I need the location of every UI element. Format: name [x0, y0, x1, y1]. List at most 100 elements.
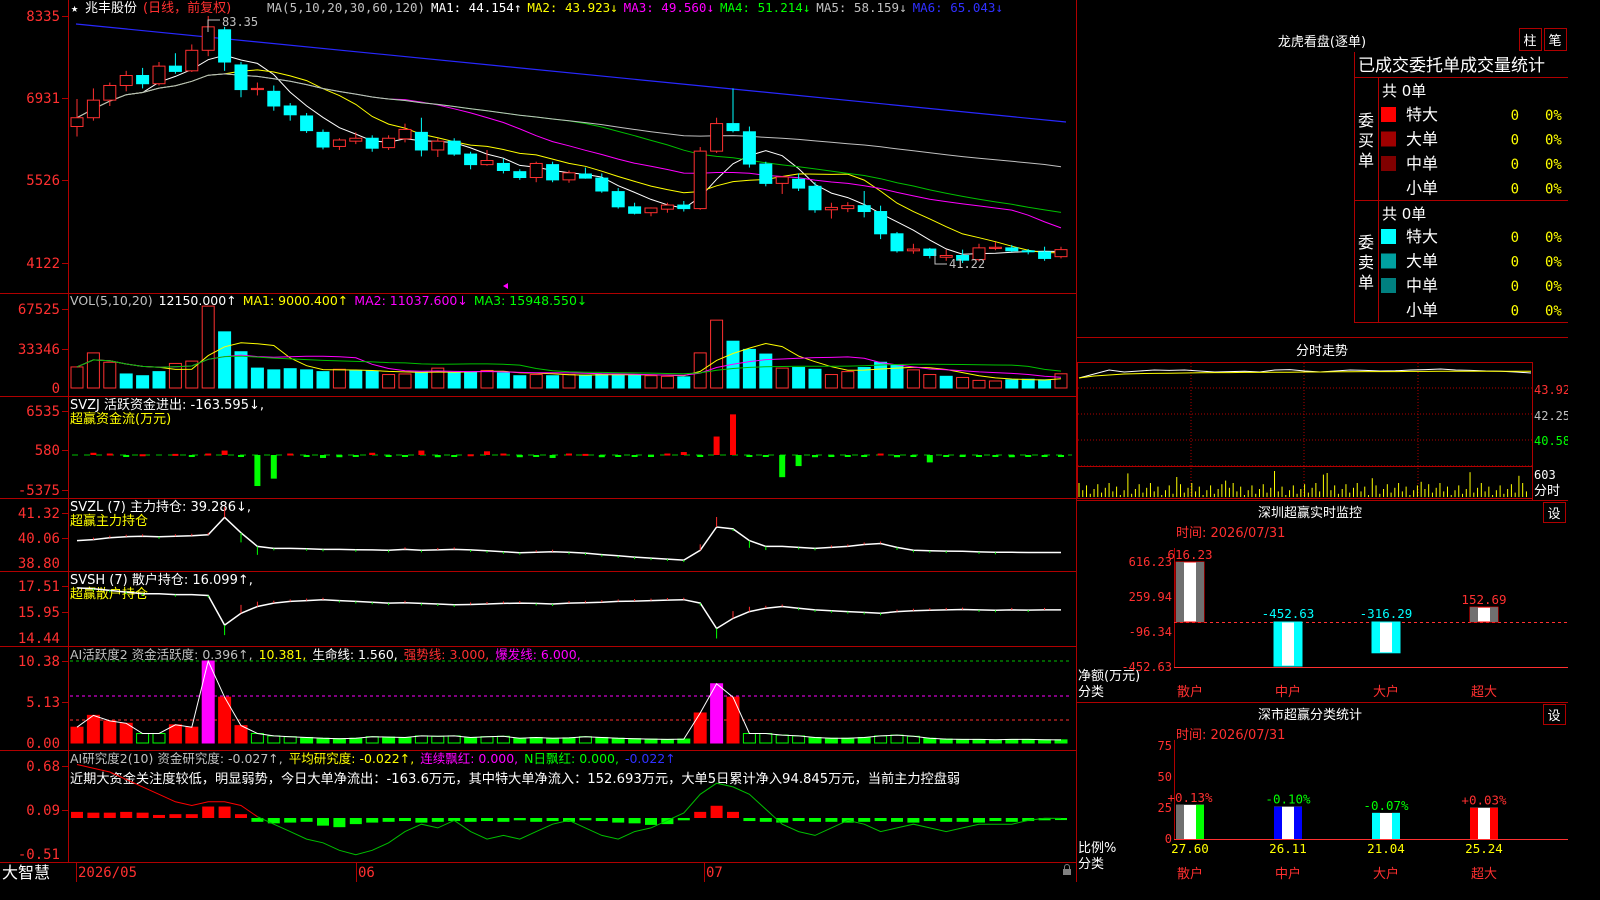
order-percent: 0% — [1545, 255, 1562, 271]
sz-class-bar-shade — [1372, 812, 1380, 839]
chart-mode: (日线，前复权) — [143, 0, 231, 16]
volume-bar — [1021, 378, 1035, 389]
buy-side-label: 委买单 — [1358, 111, 1374, 170]
volume-bar — [792, 367, 806, 389]
ai2-bar — [366, 818, 379, 823]
volume-bar — [496, 372, 510, 389]
order-color-swatch — [1381, 229, 1396, 244]
order-type-label: 中单 — [1406, 276, 1438, 295]
volume-bar — [480, 369, 494, 389]
intraday-chart[interactable] — [1077, 362, 1533, 499]
legend-item: 生命线: 1.560, — [312, 647, 397, 662]
sell-order-rows: 特大 0 0% 大单 0 0% 中单 0 0% 小单 0 0% — [1381, 227, 1562, 320]
intraday-axis-label: 43.92 — [1534, 383, 1568, 397]
ai2-bar — [513, 818, 526, 821]
bar-mode-button[interactable]: 柱 — [1519, 28, 1542, 51]
candle-body — [185, 49, 199, 72]
candle-body — [792, 178, 806, 189]
sz-monitor-settings-button[interactable]: 设 — [1543, 502, 1566, 523]
sz-monitor-category: 中户 — [1275, 684, 1301, 700]
svg-text:设: 设 — [1547, 709, 1560, 724]
brand-logo[interactable]: 大智慧 — [2, 863, 50, 882]
sz-class-bar-shade — [1176, 804, 1184, 839]
volume-bar — [382, 374, 396, 389]
side-char: 卖 — [1358, 253, 1374, 272]
sz-class-bar-shade — [1294, 806, 1302, 839]
svsh-holding-line — [76, 587, 1061, 630]
svzj-bar — [779, 455, 786, 478]
ai2-bar — [103, 812, 116, 818]
svzj-bar — [205, 453, 212, 456]
ai2-bar — [153, 814, 165, 818]
svzj-bar — [139, 454, 146, 457]
sz-class-ylabel: 比例% — [1078, 841, 1116, 856]
sz-class-bar-shade — [1274, 806, 1282, 839]
candle-body — [874, 211, 888, 235]
order-type-label: 大单 — [1406, 252, 1438, 271]
legend-item: AI研究度2(10) 资金研究度: -0.027↑, — [70, 751, 283, 766]
svzj-bar — [894, 455, 900, 458]
candle-body — [546, 164, 560, 181]
order-stat-title: 已成交委托单成交量统计 — [1358, 56, 1545, 76]
ai2-bar — [546, 818, 559, 822]
svzj-bar — [1058, 455, 1064, 457]
favorite-star-icon[interactable]: ★ — [71, 1, 78, 15]
legend-item: N日飘红: 0.000, — [524, 751, 619, 766]
ai1-bar — [316, 737, 330, 744]
ai2-bar — [858, 818, 871, 822]
ma-legend: MA(5,10,20,30,60,120) MA1: 44.154↑ MA2: 43… — [267, 0, 1003, 15]
ai2-bar — [382, 818, 395, 822]
panel-frames — [0, 0, 1568, 882]
svzj-bar — [680, 452, 687, 455]
candle-body — [890, 233, 904, 252]
ai2-bar — [809, 818, 821, 822]
order-percent: 0% — [1545, 133, 1562, 149]
candle-body — [562, 172, 576, 181]
lock-icon[interactable] — [1063, 864, 1071, 875]
tick-mode-button[interactable]: 笔 — [1544, 28, 1567, 51]
ai1-bar — [890, 734, 904, 744]
candle-body — [841, 205, 855, 210]
ai2-bar — [349, 818, 362, 825]
svzj-bar — [123, 455, 130, 457]
svzj-bar — [500, 453, 507, 456]
y-axis-ticks — [62, 16, 68, 811]
ai2-bar — [645, 818, 657, 825]
volume-bar — [332, 368, 346, 389]
svzl-line — [76, 507, 1061, 563]
date-axis-label: 07 — [706, 865, 723, 881]
ai1-bar — [414, 735, 428, 744]
volume-bar — [316, 371, 330, 389]
ai1-bar — [447, 735, 461, 744]
sz-monitor-ylabel: 净额(万元) — [1078, 669, 1140, 684]
svzj-bar — [270, 455, 277, 479]
ai2-bar — [874, 818, 887, 822]
volume-bar — [906, 369, 920, 389]
sz-monitor-category: 大户 — [1373, 684, 1399, 700]
svzj-subtitle: 超赢资金流(万元) — [70, 411, 171, 427]
ai2-bar — [923, 818, 936, 822]
ai2-bar — [431, 818, 444, 822]
ai1-axis-label: 0.00 — [26, 736, 60, 752]
stock-name[interactable]: 兆丰股份 — [85, 1, 137, 16]
ma30-line — [76, 73, 1062, 213]
ai2-axis-label: -0.51 — [18, 847, 60, 863]
svzj-bar — [369, 452, 376, 455]
candle-body — [742, 131, 756, 165]
sz-monitor-time: 时间: 2026/07/31 — [1176, 526, 1285, 541]
ma10-line — [76, 69, 1062, 254]
ai1-bar — [267, 735, 281, 744]
candle-body — [480, 160, 494, 166]
order-type-label: 中单 — [1406, 154, 1438, 173]
svzj-bar — [287, 453, 294, 456]
ai1-bar — [86, 714, 100, 744]
ai1-bar — [70, 726, 84, 744]
svzj-bar — [926, 455, 933, 463]
svsh-legend: SVSH (7) 散户持仓: 16.099↑, — [70, 572, 253, 588]
ai2-bar — [415, 818, 428, 823]
ai2-bar — [727, 811, 739, 818]
sz-class-settings-button[interactable]: 设 — [1543, 704, 1566, 725]
sell-side-label: 委卖单 — [1358, 233, 1374, 292]
svzj-bar — [320, 455, 326, 458]
ai2-bar — [87, 812, 100, 818]
